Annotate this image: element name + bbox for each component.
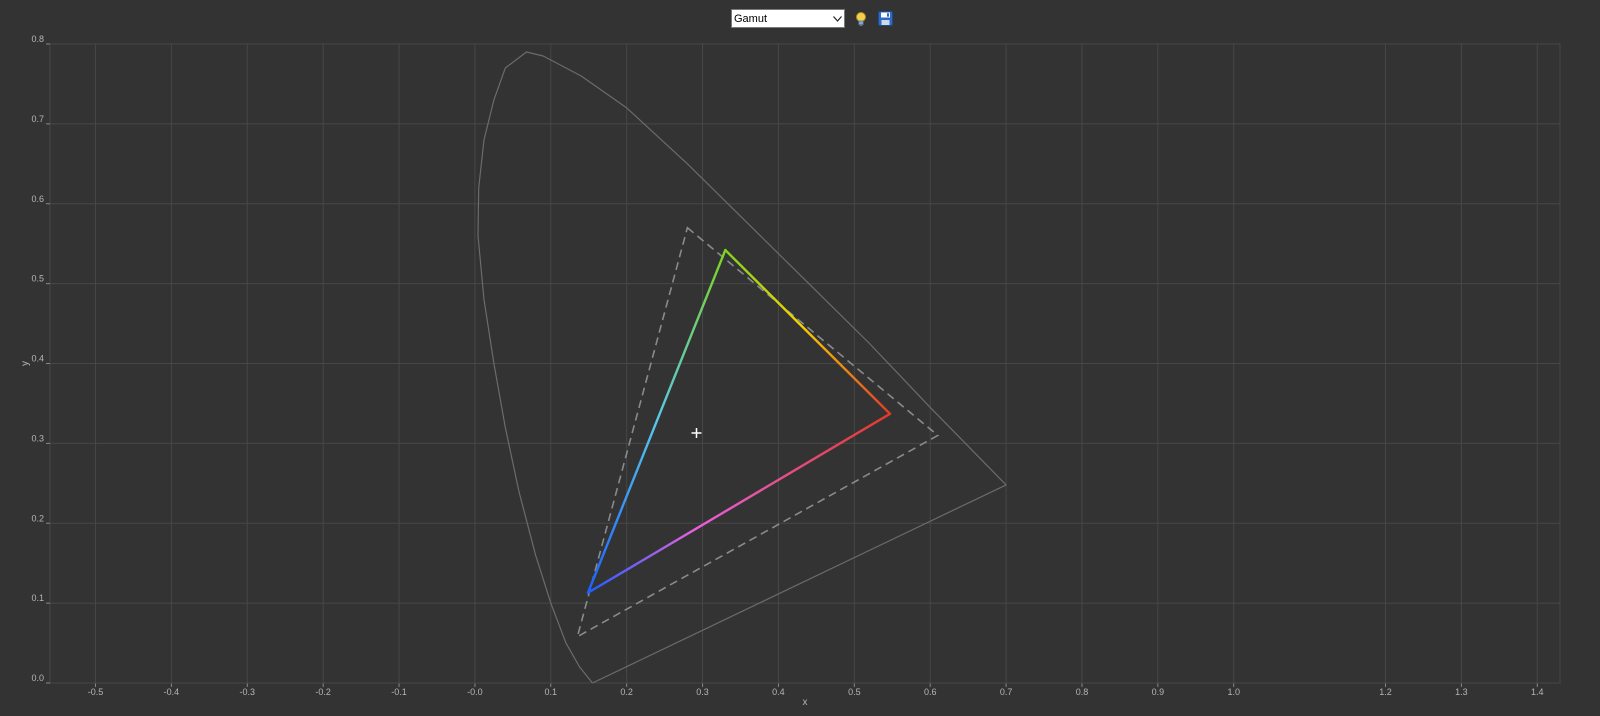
x-tick-label: 0.7 [1000,687,1013,697]
y-tick-label: 0.4 [31,354,44,364]
data-layer [477,51,1007,684]
gamut-edge-red-green [724,248,892,416]
y-tick-label: 0.0 [31,673,44,683]
x-axis-label: x [803,697,808,708]
spectral-locus [477,51,1007,684]
gamut-window: Gamut -0.5 -0.4 -0.3 -0.2 -0.1 -0.0 0.1 0.2 0.3 0… [0,0,1600,716]
y-tick-label: 0.2 [31,513,44,523]
x-tick-label: -0.2 [315,687,331,697]
x-tick-label: -0.5 [88,687,104,697]
grid-layer [46,43,1561,687]
x-tick-label: 0.4 [772,687,785,697]
x-tick-label: 0.5 [848,687,861,697]
gamut-edge-blue-red [586,412,892,594]
x-tick-label: -0.3 [240,687,256,697]
x-tick-label: -0.4 [164,687,180,697]
y-tick-label: 0.5 [31,274,44,284]
x-tick-label: 1.4 [1531,687,1544,697]
y-axis-label: y [20,361,31,366]
y-tick-label: 0.6 [31,194,44,204]
x-tick-label: 0.3 [696,687,709,697]
y-tick-label: 0.1 [31,593,44,603]
y-tick-label: 0.8 [31,34,44,44]
x-tick-label: 0.2 [620,687,633,697]
x-tick-label: 0.6 [924,687,937,697]
reference-gamut-triangle [576,226,940,639]
x-tick-label: 1.2 [1379,687,1392,697]
x-tick-label: -0.1 [391,687,407,697]
x-tick-label: 0.8 [1076,687,1089,697]
y-tick-label: 0.7 [31,114,44,124]
x-tick-label: -0.0 [467,687,483,697]
x-tick-label: 1.0 [1227,687,1240,697]
y-tick-label: 0.3 [31,433,44,443]
x-tick-label: 0.1 [545,687,558,697]
cie-chromaticity-plot[interactable]: -0.5 -0.4 -0.3 -0.2 -0.1 -0.0 0.1 0.2 0.3 0.4 0.5 0… [0,0,1600,716]
gamut-edge-green-blue [586,248,727,594]
x-tick-label: 0.9 [1152,687,1165,697]
x-tick-label: 1.3 [1455,687,1468,697]
tick-layer: -0.5 -0.4 -0.3 -0.2 -0.1 -0.0 0.1 0.2 0.3 0.4 0.5 0… [31,34,1543,697]
